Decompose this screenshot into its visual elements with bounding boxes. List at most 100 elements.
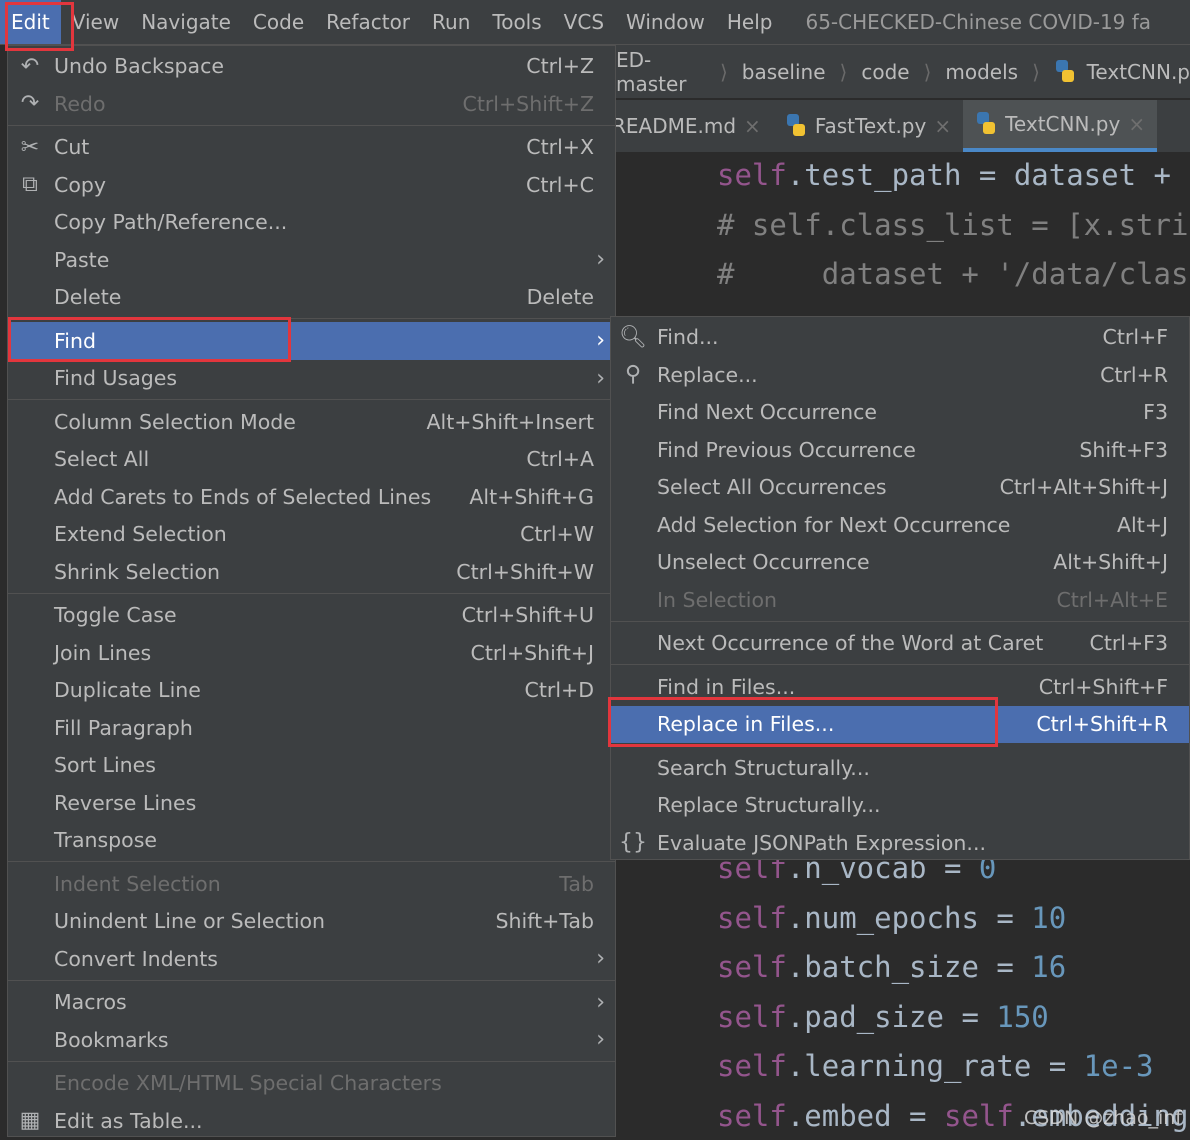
menu-tools[interactable]: Tools xyxy=(481,0,552,44)
python-file-icon xyxy=(785,114,807,138)
menu-item-copy-path-reference[interactable]: Copy Path/Reference... xyxy=(8,204,615,242)
menu-window[interactable]: Window xyxy=(615,0,716,44)
menu-item-find[interactable]: 🔍︎ Find... Ctrl+F xyxy=(611,319,1189,357)
menu-item-select-all[interactable]: Select All Ctrl+A xyxy=(8,441,615,479)
menu-item-label: Delete xyxy=(54,285,122,310)
menu-item-replace[interactable]: ⚲ Replace... Ctrl+R xyxy=(611,356,1189,394)
menu-item-shortcut: Ctrl+X xyxy=(526,135,594,160)
menu-refactor[interactable]: Refactor xyxy=(315,0,421,44)
menu-vcs[interactable]: VCS xyxy=(553,0,615,44)
code-keyword: self xyxy=(717,900,787,935)
menu-item-label: Copy Path/Reference... xyxy=(54,210,288,235)
tab-label: TextCNN.py xyxy=(1005,112,1121,136)
menu-item-label: Join Lines xyxy=(54,640,152,665)
breadcrumb-item[interactable]: baseline xyxy=(742,60,826,84)
menu-item-next-occurrence-of-the-word-at-caret[interactable]: Next Occurrence of the Word at Caret Ctrl… xyxy=(611,625,1189,663)
menu-item-column-selection-mode[interactable]: Column Selection Mode Alt+Shift+Insert xyxy=(8,403,615,441)
replace-icon: ⚲ xyxy=(624,362,642,388)
menu-item-label: Bookmarks xyxy=(54,1027,169,1052)
breadcrumb-item[interactable]: code xyxy=(861,60,909,84)
menu-item-label: Reverse Lines xyxy=(54,790,197,815)
menu-code[interactable]: Code xyxy=(242,0,315,44)
menu-item-find-next-occurrence[interactable]: Find Next Occurrence F3 xyxy=(611,394,1189,432)
menu-item-undo-backspace[interactable]: ↶ Undo Backspace Ctrl+Z xyxy=(8,48,615,86)
menu-item-duplicate-line[interactable]: Duplicate Line Ctrl+D xyxy=(8,672,615,710)
tab-textcnn-py[interactable]: TextCNN.py × xyxy=(963,100,1158,152)
code-comment: # dataset + '/data/clas xyxy=(717,257,1189,291)
close-icon[interactable]: × xyxy=(744,114,761,138)
menu-item-delete[interactable]: Delete Delete xyxy=(8,279,615,317)
menu-item-add-carets-to-ends-of-selected-lines[interactable]: Add Carets to Ends of Selected Lines Alt+… xyxy=(8,478,615,516)
menu-item-sort-lines[interactable]: Sort Lines xyxy=(8,747,615,785)
menu-item-unindent-line-or-selection[interactable]: Unindent Line or Selection Shift+Tab xyxy=(8,903,615,941)
python-file-icon xyxy=(975,112,997,136)
breadcrumb-item[interactable]: models xyxy=(945,60,1018,84)
menu-item-label: Find Next Occurrence xyxy=(657,400,877,425)
menu-item-bookmarks[interactable]: Bookmarks › xyxy=(8,1021,615,1059)
menu-item-label: Find Previous Occurrence xyxy=(657,437,916,462)
menu-item-shortcut: Ctrl+A xyxy=(526,447,594,472)
menu-item-shrink-selection[interactable]: Shrink Selection Ctrl+Shift+W xyxy=(8,553,615,591)
tab-readme-md[interactable]: README.md × xyxy=(600,100,773,152)
close-icon[interactable]: × xyxy=(1128,112,1145,136)
breadcrumb: ED-master ⟩ baseline ⟩ code ⟩ models ⟩ TextCNN.p xyxy=(600,45,1190,98)
menu-item-find-usages[interactable]: Find Usages › xyxy=(8,360,615,398)
menu-item-edit-as-table[interactable]: ▦ Edit as Table... xyxy=(8,1102,615,1140)
breadcrumb-item[interactable]: ED-master xyxy=(616,48,706,96)
undo-icon: ↶ xyxy=(20,53,40,79)
menu-navigate[interactable]: Navigate xyxy=(130,0,242,44)
menu-item-in-selection: In Selection Ctrl+Alt+E xyxy=(611,581,1189,619)
menu-item-extend-selection[interactable]: Extend Selection Ctrl+W xyxy=(8,516,615,554)
code-text: .embed = xyxy=(786,1098,944,1133)
menu-item-label: In Selection xyxy=(657,587,778,612)
annotation-box-find xyxy=(8,317,291,362)
menu-item-shortcut: Ctrl+D xyxy=(524,678,594,703)
menu-item-unselect-occurrence[interactable]: Unselect Occurrence Alt+Shift+J xyxy=(611,544,1189,582)
menu-item-shortcut: Ctrl+W xyxy=(520,522,594,547)
menu-item-shortcut: Ctrl+Alt+E xyxy=(1056,587,1168,612)
menu-item-add-selection-for-next-occurrence[interactable]: Add Selection for Next Occurrence Alt+J xyxy=(611,506,1189,544)
menu-item-find-previous-occurrence[interactable]: Find Previous Occurrence Shift+F3 xyxy=(611,431,1189,469)
menu-item-reverse-lines[interactable]: Reverse Lines xyxy=(8,784,615,822)
menu-item-shortcut: Ctrl+Shift+F xyxy=(1038,674,1168,699)
menu-item-label: Fill Paragraph xyxy=(54,715,193,740)
menu-item-replace-structurally[interactable]: Replace Structurally... xyxy=(611,787,1189,825)
menu-item-label: Shrink Selection xyxy=(54,559,220,584)
code-number: 16 xyxy=(1031,950,1067,984)
menu-help[interactable]: Help xyxy=(716,0,784,44)
menu-item-search-structurally[interactable]: Search Structurally... xyxy=(611,749,1189,787)
menu-item-convert-indents[interactable]: Convert Indents › xyxy=(8,940,615,978)
menu-item-paste[interactable]: Paste › xyxy=(8,241,615,279)
menu-item-label: Extend Selection xyxy=(54,522,227,547)
menu-item-label: Add Carets to Ends of Selected Lines xyxy=(54,484,432,509)
annotation-box-replace-in-files xyxy=(608,697,998,747)
python-file-icon xyxy=(1054,59,1074,84)
edit-menu: ↶ Undo Backspace Ctrl+Z ↷ Redo Ctrl+Shift+Z ✂ C… xyxy=(7,45,616,1137)
tab-label: README.md xyxy=(612,114,737,138)
code-text: .num_epochs = xyxy=(786,900,1032,935)
jsonpath-icon: {} xyxy=(619,830,647,856)
menu-item-copy[interactable]: ⧉ Copy Ctrl+C xyxy=(8,166,615,204)
breadcrumb-item[interactable]: TextCNN.p xyxy=(1087,60,1190,84)
menu-item-transpose[interactable]: Transpose xyxy=(8,822,615,860)
menu-item-evaluate-jsonpath-expression[interactable]: {} Evaluate JSONPath Expression... xyxy=(611,824,1189,862)
menu-item-join-lines[interactable]: Join Lines Ctrl+Shift+J xyxy=(8,634,615,672)
code-keyword: self xyxy=(717,1049,787,1083)
menu-item-macros[interactable]: Macros › xyxy=(8,984,615,1022)
menu-item-shortcut: Ctrl+Shift+U xyxy=(461,603,594,628)
menu-item-fill-paragraph[interactable]: Fill Paragraph xyxy=(8,709,615,747)
menu-item-label: Find... xyxy=(657,325,719,350)
code-keyword: self xyxy=(717,1098,787,1133)
menu-item-cut[interactable]: ✂ Cut Ctrl+X xyxy=(8,129,615,167)
menu-item-shortcut: Ctrl+Shift+W xyxy=(456,559,594,584)
tab-fasttext-py[interactable]: FastText.py × xyxy=(773,100,963,152)
copy-icon: ⧉ xyxy=(22,172,38,198)
close-icon[interactable]: × xyxy=(934,114,951,138)
chevron-right-icon: › xyxy=(596,989,605,1015)
menu-item-select-all-occurrences[interactable]: Select All Occurrences Ctrl+Alt+Shift+J xyxy=(611,469,1189,507)
chevron-right-icon: › xyxy=(596,365,605,391)
menu-item-toggle-case[interactable]: Toggle Case Ctrl+Shift+U xyxy=(8,597,615,635)
menu-item-label: Toggle Case xyxy=(54,603,177,628)
menu-run[interactable]: Run xyxy=(421,0,481,44)
code-line: self.num_epochs = 10 xyxy=(717,901,1066,935)
